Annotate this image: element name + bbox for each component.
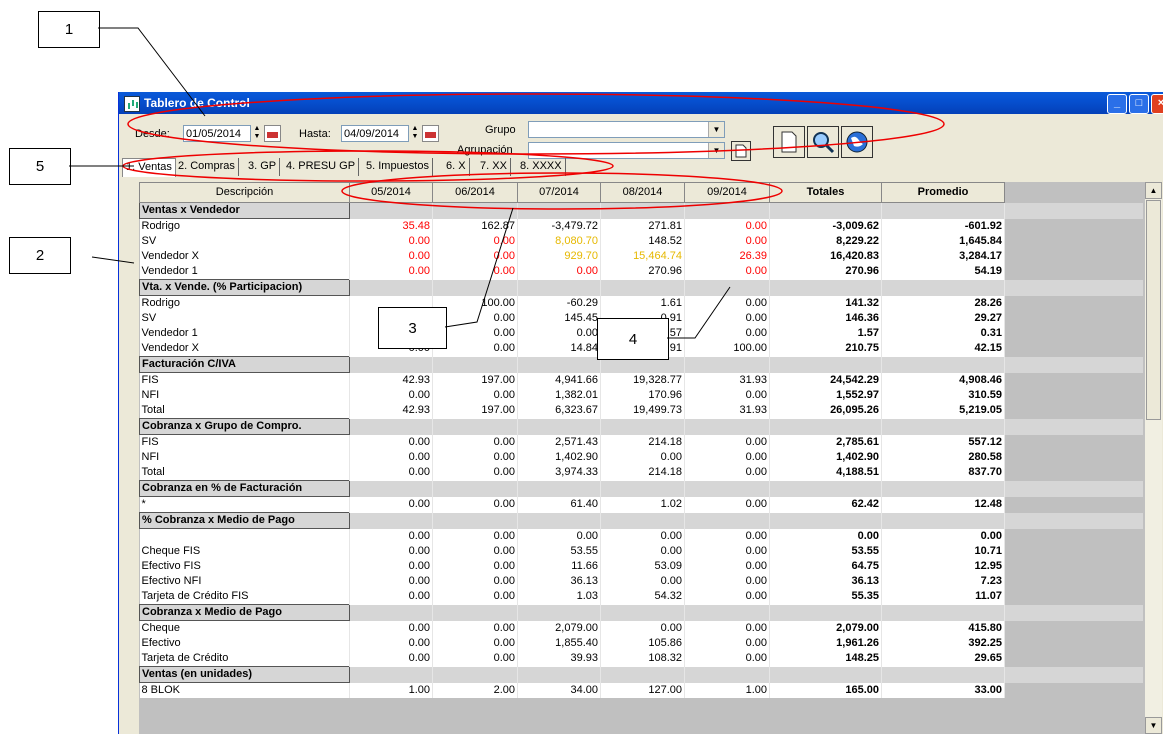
leader-1	[98, 27, 206, 117]
annotation-overlay	[69, 27, 945, 339]
callout-3-ellipse	[341, 172, 783, 210]
callout-1-ellipse	[127, 93, 945, 155]
leader-4	[667, 286, 731, 339]
leader-2	[91, 256, 135, 264]
callout-5-ellipse	[122, 150, 614, 182]
leader-3	[444, 207, 514, 328]
